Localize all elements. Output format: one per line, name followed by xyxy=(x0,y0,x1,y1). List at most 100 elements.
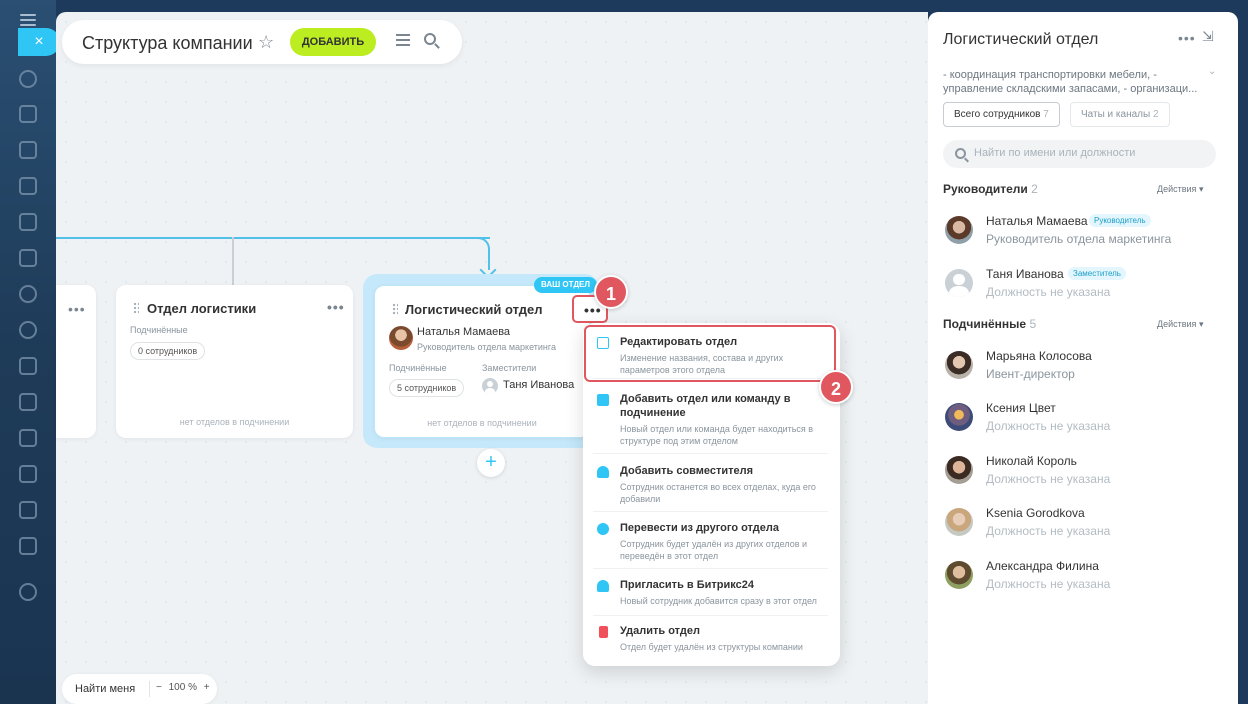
menu-item-add-part-timer[interactable]: Добавить совместителя Сотрудник останетс… xyxy=(593,464,828,512)
subordinates-actions-dropdown[interactable]: Действия ▾ xyxy=(1157,319,1203,330)
tab-employees[interactable]: Всего сотрудников 7 xyxy=(943,102,1060,127)
subordinates-count[interactable]: 0 сотрудников xyxy=(130,342,206,360)
drag-handle-icon[interactable] xyxy=(133,302,139,314)
divider xyxy=(149,681,150,697)
zoom-value: 100 % xyxy=(168,682,197,693)
tab-label: Всего сотрудников xyxy=(954,109,1041,120)
department-name: Отдел логистики xyxy=(147,301,257,316)
favorite-star-icon[interactable]: ☆ xyxy=(258,32,274,53)
nav-tasks-icon[interactable] xyxy=(19,105,37,123)
avatar xyxy=(945,508,973,536)
avatar xyxy=(945,561,973,589)
employee-name: Марьяна Колосова xyxy=(986,349,1092,363)
nav-sign-icon[interactable] xyxy=(19,357,37,375)
department-card-partial[interactable]: ••• xyxy=(56,285,96,438)
heads-actions-dropdown[interactable]: Действия ▾ xyxy=(1157,184,1203,195)
nav-team-icon[interactable] xyxy=(19,321,37,339)
menu-item-desc: Новый сотрудник добавится сразу в этот о… xyxy=(620,596,817,606)
employee-role: Должность не указана xyxy=(986,472,1111,486)
employee-role: Ивент-директор xyxy=(986,367,1075,381)
employee-row[interactable]: Марьяна Колосова Ивент-директор xyxy=(943,347,1223,387)
cube-add-icon xyxy=(597,394,609,406)
add-subdepartment-button[interactable]: + xyxy=(477,449,505,477)
add-button[interactable]: ДОБАВИТЬ xyxy=(290,28,376,56)
menu-icon[interactable] xyxy=(20,14,36,26)
menu-item-invite[interactable]: Пригласить в Битрикс24 Новый сотрудник д… xyxy=(593,578,828,616)
avatar xyxy=(945,456,973,484)
zoom-out-button[interactable]: − xyxy=(156,682,162,693)
panel-title: Логистический отдел xyxy=(943,31,1099,48)
department-description: - координация транспортировки мебели, - … xyxy=(943,69,1198,95)
zoom-in-button[interactable]: + xyxy=(204,682,210,693)
employee-row[interactable]: Ксения Цвет Должность не указана xyxy=(943,399,1223,439)
step-marker-1: 1 xyxy=(594,275,628,309)
head-name[interactable]: Наталья Мамаева xyxy=(417,326,510,338)
nav-sync-icon[interactable] xyxy=(19,70,37,88)
highlight-frame xyxy=(584,325,836,382)
menu-item-delete[interactable]: Удалить отдел Отдел будет удалён из стру… xyxy=(593,624,828,656)
search-icon[interactable] xyxy=(424,33,436,45)
deputy-name[interactable]: Таня Иванова xyxy=(503,379,574,391)
find-me-button[interactable]: Найти меня xyxy=(75,683,135,695)
employee-row[interactable]: Николай Король Должность не указана xyxy=(943,452,1223,492)
tab-chats[interactable]: Чаты и каналы 2 xyxy=(1070,102,1170,127)
deputies-label: Заместители xyxy=(482,363,537,373)
search-icon xyxy=(955,148,966,159)
menu-item-title: Пригласить в Битрикс24 xyxy=(620,579,754,591)
menu-item-transfer[interactable]: Перевести из другого отдела Сотрудник бу… xyxy=(593,521,828,569)
collapse-panel-icon[interactable]: ⇲ xyxy=(1202,28,1214,45)
employee-row[interactable]: Александра Филина Должность не указана xyxy=(943,557,1223,597)
employee-row[interactable]: Ksenia Gorodkova Должность не указана xyxy=(943,504,1223,544)
avatar[interactable] xyxy=(389,326,413,350)
menu-item-desc: Сотрудник будет удалён из других отделов… xyxy=(620,539,808,561)
employee-name: Александра Филина xyxy=(986,559,1099,573)
list-menu-icon[interactable] xyxy=(396,34,410,49)
more-icon[interactable]: ••• xyxy=(1178,30,1196,46)
nav-robot-icon[interactable] xyxy=(19,465,37,483)
user-add-icon xyxy=(597,466,609,478)
more-icon[interactable]: ••• xyxy=(68,301,86,317)
employee-role: Руководитель отдела маркетинга xyxy=(986,232,1172,246)
avatar[interactable] xyxy=(482,378,498,394)
nav-target-icon[interactable] xyxy=(19,285,37,303)
department-name: Логистический отдел xyxy=(405,302,543,317)
employee-name: Наталья Мамаева xyxy=(986,214,1088,228)
drag-handle-icon[interactable] xyxy=(392,303,398,315)
invite-icon xyxy=(597,580,609,592)
nav-crm-icon[interactable] xyxy=(19,249,37,267)
nav-chat-icon[interactable] xyxy=(19,141,37,159)
subordinates-label: Подчинённые xyxy=(130,325,188,335)
employee-search-input[interactable]: Найти по имени или должности xyxy=(943,140,1216,168)
menu-item-desc: Новый отдел или команда будет находиться… xyxy=(620,424,814,446)
menu-item-desc: Сотрудник останется во всех отделах, куд… xyxy=(620,482,816,504)
actions-label: Действия xyxy=(1157,319,1197,329)
avatar xyxy=(945,269,973,297)
page-title: Структура компании xyxy=(82,33,253,53)
employee-name: Николай Король xyxy=(986,454,1077,468)
nav-card-icon[interactable] xyxy=(19,501,37,519)
subordinates-label: Подчинённые xyxy=(389,363,447,373)
employee-name: Ксения Цвет xyxy=(986,401,1056,415)
nav-calendar-icon[interactable] xyxy=(19,429,37,447)
zoom-control: − 100 % + xyxy=(156,682,210,693)
department-card-logistic-dept[interactable]: Логистический отдел Наталья Мамаева Руко… xyxy=(374,285,590,438)
department-card-logistics[interactable]: Отдел логистики ••• Подчинённые 0 сотруд… xyxy=(116,285,353,438)
tab-count: 7 xyxy=(1043,109,1049,120)
chevron-down-icon[interactable]: ⌄ xyxy=(1208,66,1216,77)
actions-label: Действия xyxy=(1157,184,1197,194)
nav-settings-icon[interactable] xyxy=(19,583,37,601)
nav-drive-icon[interactable] xyxy=(19,177,37,195)
nav-cart-icon[interactable] xyxy=(19,537,37,555)
heads-section-title: Руководители 2 xyxy=(943,182,1038,196)
close-icon: × xyxy=(34,33,44,50)
nav-docs-icon[interactable] xyxy=(19,213,37,231)
user-transfer-icon xyxy=(597,523,609,535)
nav-check-icon[interactable] xyxy=(19,393,37,411)
employee-row[interactable]: Таня Иванова Заместитель Должность не ук… xyxy=(943,265,1223,305)
employee-row[interactable]: Наталья Мамаева Руководитель Руководител… xyxy=(943,212,1223,252)
close-slider-button[interactable]: × xyxy=(18,28,60,56)
subordinates-count[interactable]: 5 сотрудников xyxy=(389,379,465,397)
menu-item-add-subdepartment[interactable]: Добавить отдел или команду в подчинение … xyxy=(593,392,828,454)
menu-item-title: Добавить совместителя xyxy=(620,465,754,477)
more-icon[interactable]: ••• xyxy=(327,299,345,315)
